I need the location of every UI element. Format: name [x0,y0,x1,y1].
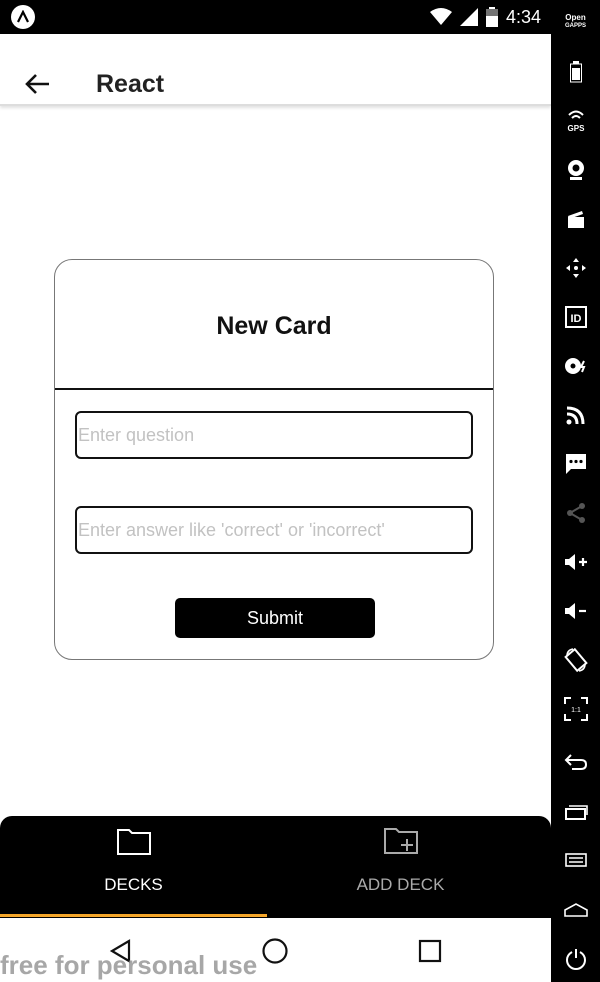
camera-tool[interactable] [551,150,600,190]
volume-down-tool[interactable] [551,591,600,631]
battery-icon [569,61,582,83]
opengapps-logo-line1: Open [565,13,586,22]
wifi-icon [429,8,452,25]
folder-icon [116,829,151,855]
opengapps-logo: Open GAPPS [551,14,600,30]
question-input[interactable] [77,413,471,457]
share-icon [566,503,585,523]
nav-recents-button[interactable] [410,931,450,971]
battery-tool[interactable] [551,52,600,92]
battery-icon [485,7,498,27]
move-icon [565,258,586,278]
gps-label: GPS [567,124,585,133]
chat-icon [565,454,586,474]
gps-icon: GPS [567,110,585,133]
media-tool[interactable] [551,199,600,239]
answer-field [75,506,473,554]
recents-tool[interactable] [551,792,600,832]
status-right: 4:34 [429,0,541,34]
tab-add-deck[interactable]: ADD DECK [267,816,534,916]
scale-ratio-label: 1:1 [571,707,581,714]
active-tab-indicator [0,914,267,917]
recents-square-icon [418,939,442,963]
form-divider [55,388,493,390]
tab-add-deck-label: ADD DECK [356,875,445,894]
phone-screen: 4:34 React New Card Submit DECKS ADD DEC… [0,0,551,982]
watermark: free for personal use [0,950,258,980]
opengapps-logo-line2: GAPPS [564,23,586,29]
submit-button[interactable]: Submit [175,598,375,638]
chat-tool[interactable] [551,444,600,484]
clapper-icon [567,211,584,228]
gps-tool[interactable]: GPS [551,101,600,141]
folder-plus-icon [383,828,418,854]
cell-signal-icon [459,8,478,26]
home-icon [563,903,588,917]
app-badge-icon [11,5,35,29]
camera-icon [567,160,584,180]
status-time: 4:34 [505,6,541,27]
home-tool[interactable] [551,890,600,930]
bottom-tab-bar: DECKS ADD DECK [0,816,551,918]
scale-icon: 1:1 [563,697,588,721]
back-button[interactable] [20,70,54,98]
volume-up-icon [564,554,587,570]
power-icon [565,949,586,970]
rss-tool[interactable] [551,395,600,435]
back-icon [564,754,587,770]
back-tool[interactable] [551,742,600,782]
share-tool[interactable] [551,493,600,533]
disk-icon [564,358,585,374]
id-label: ID [570,313,581,325]
tab-decks-label: DECKS [104,875,163,894]
disk-tool[interactable] [551,346,600,386]
power-tool[interactable] [551,939,600,979]
page-title: React [96,70,165,98]
app-header: React [0,34,551,106]
volume-down-icon [564,603,586,619]
status-bar: 4:34 [0,0,551,34]
id-icon: ID [564,306,587,328]
home-circle-icon [262,938,288,964]
menu-icon [564,853,587,867]
nav-home-button[interactable] [255,931,295,971]
id-tool[interactable]: ID [551,297,600,337]
volume-up-tool[interactable] [551,542,600,582]
arrow-left-icon [25,74,49,94]
question-field [75,411,473,459]
move-tool[interactable] [551,248,600,288]
scale-tool[interactable]: 1:1 [551,689,600,729]
tab-decks[interactable]: DECKS [0,816,267,916]
menu-tool[interactable] [551,840,600,880]
new-card-form: New Card Submit [54,259,494,660]
form-title: New Card [216,312,332,340]
answer-input[interactable] [77,508,471,552]
recents-icon [564,805,588,820]
emulator-toolbar: Open GAPPS GPS ID 1:1 [551,0,600,982]
rss-icon [566,406,584,425]
rotate-icon [563,648,588,672]
rotate-tool[interactable] [551,640,600,680]
